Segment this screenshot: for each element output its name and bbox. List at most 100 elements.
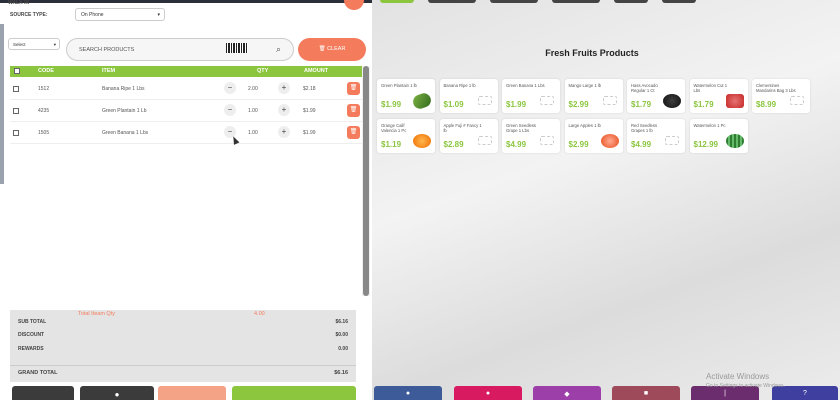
action-button-1[interactable] <box>12 386 74 400</box>
product-name: Green Plantain 1 lb <box>381 83 417 88</box>
category-button-3[interactable]: ◆ <box>533 386 601 400</box>
grand-total-row: GRAND TOTAL $6.16 <box>18 370 348 376</box>
remove-item-button[interactable]: 🗑 <box>347 104 360 117</box>
product-card[interactable]: Large Apples 1 lb $2.99 <box>564 119 623 153</box>
category-button-4[interactable]: ■ <box>612 386 680 400</box>
product-card[interactable]: Clementines Mandarins Bag 3 Lbs $8.99 <box>752 79 810 113</box>
image-placeholder-icon <box>790 96 804 105</box>
product-name: Banana Ripe 1 lb <box>443 83 476 88</box>
product-price: $1.09 <box>443 100 464 109</box>
help-icon: ? <box>803 390 807 397</box>
hold-button[interactable] <box>158 386 226 400</box>
source-type-select[interactable]: On Phone ▾ <box>75 8 165 21</box>
row-amount: $1.99 <box>303 130 316 136</box>
qty-decrease-button[interactable]: − <box>224 82 236 94</box>
product-price: $4.99 <box>506 140 527 149</box>
source-type-value: On Phone <box>81 12 104 18</box>
row-qty: 1.00 <box>248 108 258 114</box>
product-card[interactable]: Green Seedless Grape 1 Lbs $4.99 <box>502 119 560 153</box>
qty-increase-button[interactable]: + <box>278 104 290 116</box>
row-checkbox[interactable] <box>13 108 19 114</box>
search-filter-value: Select <box>13 42 26 47</box>
image-placeholder-icon <box>540 96 554 105</box>
product-card[interactable]: Watermelon 1 Pc $12.99 <box>689 119 748 153</box>
qty-increase-button[interactable]: + <box>278 82 290 94</box>
discount-label: DISCOUNT <box>18 332 45 338</box>
product-price: $1.19 <box>381 140 402 149</box>
product-card[interactable]: Orange Calif Valencia 1 Pc $1.19 <box>377 119 435 153</box>
remove-item-button[interactable]: 🗑 <box>347 82 360 95</box>
rewards-label: REWARDS <box>18 346 44 352</box>
watermelon-icon <box>725 134 744 148</box>
product-price: $1.99 <box>381 100 402 109</box>
peach-icon <box>600 134 619 148</box>
product-price: $2.99 <box>568 100 589 109</box>
qty-decrease-button[interactable]: − <box>224 104 236 116</box>
tab-2[interactable] <box>428 0 476 3</box>
search-icon[interactable]: ⌕ <box>276 44 281 55</box>
category-icon: ■ <box>643 390 649 397</box>
product-card[interactable]: Red Seedless Grapes 1 lb $4.99 <box>627 119 685 153</box>
row-amount: $1.99 <box>303 108 316 114</box>
activate-windows-subtitle: Go to Settings to activate Windows. <box>706 383 785 389</box>
cart-table-header: CODE ITEM QTY AMOUNT <box>10 66 362 77</box>
tab-1[interactable] <box>380 0 414 3</box>
clear-button[interactable]: 🗑 CLEAR <box>298 38 366 61</box>
image-placeholder-icon <box>477 136 492 145</box>
category-button-1[interactable]: ● <box>374 386 442 400</box>
tab-6[interactable] <box>662 0 696 3</box>
row-item: Green Banana 1 Lbs <box>102 130 149 136</box>
tab-4[interactable] <box>552 0 600 3</box>
product-name: Green Banana 1 Lbs <box>506 83 545 88</box>
scrollbar-thumb[interactable] <box>363 66 369 296</box>
search-filter-select[interactable]: Select ▾ <box>8 38 60 50</box>
product-price: $2.99 <box>568 140 589 149</box>
category-icon: ● <box>485 390 491 397</box>
tab-5[interactable] <box>614 0 648 3</box>
barcode-icon[interactable] <box>226 43 248 53</box>
product-name: Green Seedless Grape 1 Lbs <box>506 123 537 133</box>
row-checkbox[interactable] <box>13 86 19 92</box>
table-row: 1505 Green Banana 1 Lbs − 1.00 + $1.99 🗑 <box>10 122 362 144</box>
grand-total-label: GRAND TOTAL <box>18 370 58 376</box>
total-items-value: 4.00 <box>254 311 265 317</box>
product-card[interactable]: Watermelon Cut 1 Lbs $1.79 <box>689 79 748 113</box>
remove-item-button[interactable]: 🗑 <box>347 126 360 139</box>
rewards-value: 0.00 <box>338 346 348 352</box>
order-summary: Total Iteam Qty 4.00 SUB TOTAL $6.16 DIS… <box>10 310 356 382</box>
image-placeholder-icon <box>540 136 554 145</box>
search-input[interactable]: SEARCH PRODUCTS <box>66 38 294 61</box>
pay-button[interactable] <box>232 386 356 400</box>
chevron-down-icon: ▾ <box>157 12 160 18</box>
product-card[interactable]: Apple Fuji # Fancy 1 lb $2.89 <box>439 119 498 153</box>
table-row: 4235 Green Plantain 1 Lb − 1.00 + $1.99 … <box>10 100 362 122</box>
trash-icon: 🗑 <box>318 46 326 52</box>
product-card[interactable]: Banana Ripe 1 lb $1.09 <box>439 79 498 113</box>
cart-scrollbar[interactable] <box>362 66 370 296</box>
row-amount: $2.18 <box>303 86 316 92</box>
side-scroll-strip <box>0 24 4 184</box>
sub-total-row: SUB TOTAL $6.16 <box>18 319 348 325</box>
watermelon-cut-icon <box>725 94 744 108</box>
column-item: ITEM <box>102 68 116 74</box>
tab-3[interactable] <box>490 0 538 3</box>
select-all-checkbox[interactable] <box>14 68 20 74</box>
product-price: $1.79 <box>693 100 714 109</box>
product-card[interactable]: Mango Large 1 lb $2.99 <box>564 79 623 113</box>
row-checkbox[interactable] <box>13 130 19 136</box>
order-panel: WALK IN SOURCE TYPE: On Phone ▾ Select ▾… <box>0 0 840 400</box>
row-qty: 2.00 <box>248 86 258 92</box>
customer-button[interactable]: ● <box>80 386 154 400</box>
product-card[interactable]: Hass Avocado Regular 1 Ct $1.79 <box>627 79 685 113</box>
discount-row: DISCOUNT $0.00 <box>18 332 348 338</box>
orange-icon <box>413 134 431 148</box>
category-button-2[interactable]: ● <box>454 386 522 400</box>
activate-windows-title: Activate Windows <box>706 372 770 381</box>
product-card[interactable]: Green Banana 1 Lbs $1.99 <box>502 79 560 113</box>
top-category-tabs <box>380 0 696 3</box>
category-icon: ◆ <box>564 391 570 398</box>
table-row: 1512 Banana Ripe 1 Lbs − 2.00 + $2.18 🗑 <box>10 78 362 100</box>
qty-increase-button[interactable]: + <box>278 126 290 138</box>
clear-label: CLEAR <box>327 46 346 52</box>
product-card[interactable]: Green Plantain 1 lb $1.99 <box>377 79 435 113</box>
